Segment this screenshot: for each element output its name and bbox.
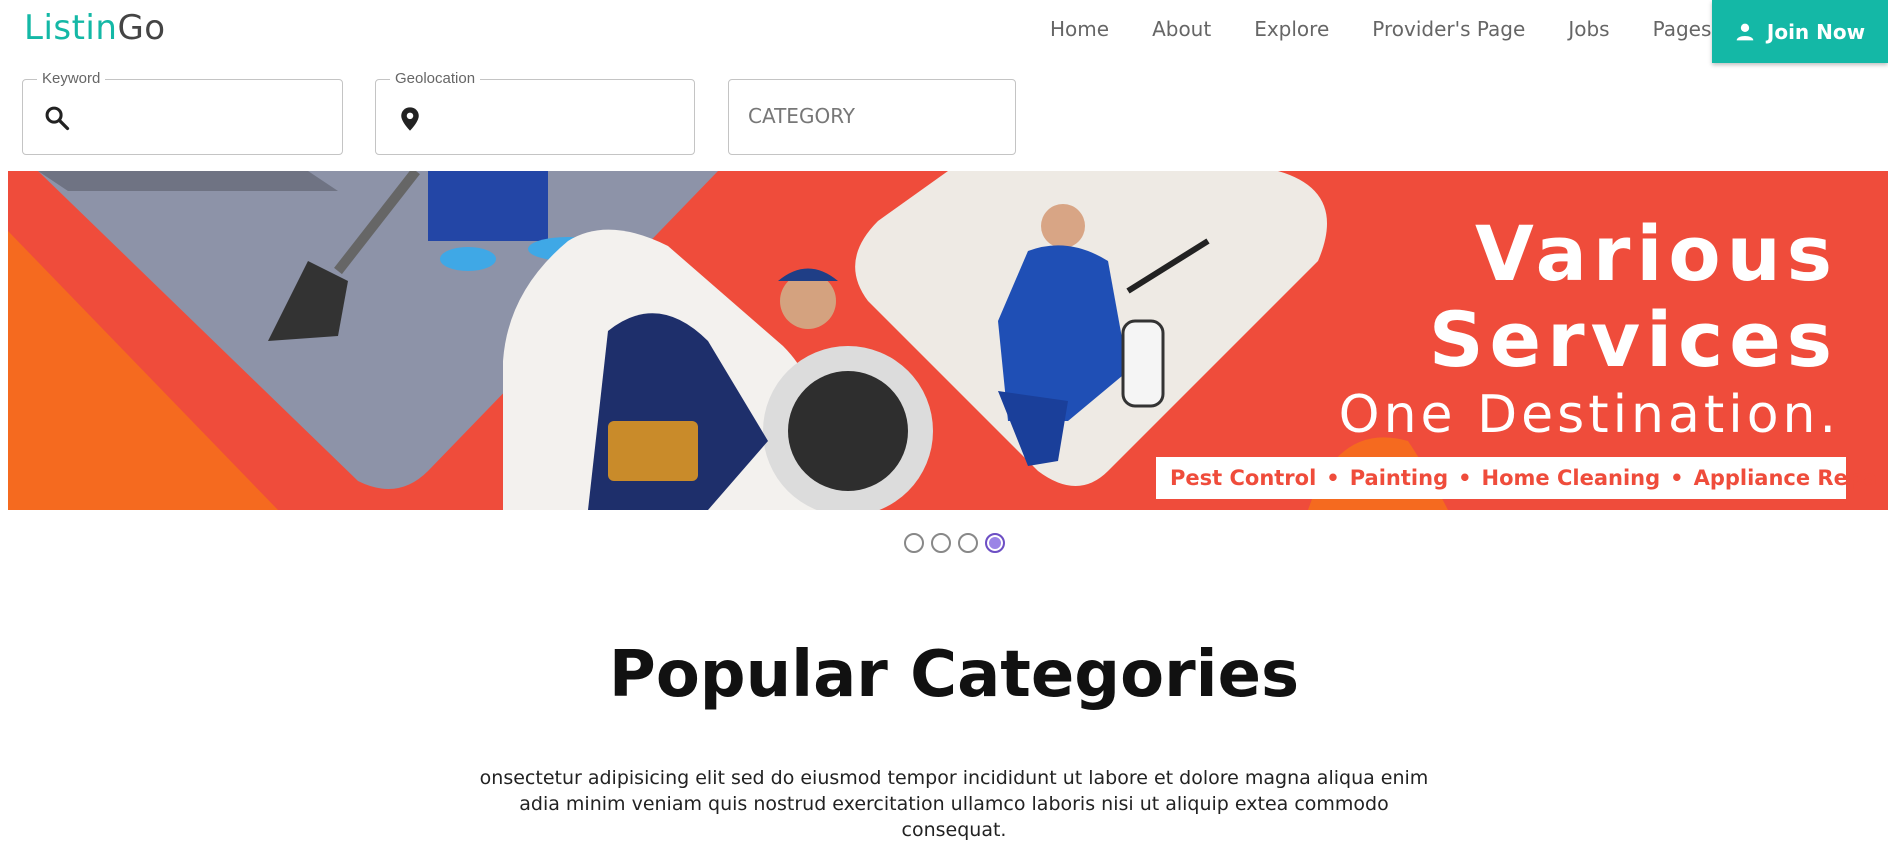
keyword-input[interactable] [83,98,323,136]
nav-providers-page[interactable]: Provider's Page [1372,14,1525,44]
nav-explore[interactable]: Explore [1254,14,1329,44]
banner-service-item: Home Cleaning [1481,466,1661,490]
search-icon [45,106,70,131]
carousel-dot-4-active[interactable] [985,533,1005,553]
carousel-indicators [904,533,1005,553]
location-pin-icon [401,107,419,131]
brand-logo-part2: Go [117,8,166,48]
banner-title-line2: Services [1428,295,1838,384]
banner-service-separator: • [1670,466,1684,490]
geolocation-input[interactable] [436,98,676,136]
banner-service-separator: • [1326,466,1340,490]
banner-service-item: Appliance Repair [1693,466,1888,490]
geolocation-field[interactable]: Geolocation [375,70,695,155]
person-icon [1736,23,1754,40]
banner-services-strip: Pest Control • Painting • Home Cleaning … [1156,457,1888,499]
main-nav: Home About Explore Provider's Page Jobs … [1050,14,1754,44]
hero-banner: Various Services One Destination. Pest C… [8,171,1888,510]
join-now-label: Join Now [1766,19,1866,44]
popular-categories-description: onsectetur adipisicing elit sed do eiusm… [479,767,1429,841]
geolocation-label: Geolocation [390,70,481,87]
carousel-dot-3[interactable] [958,533,978,553]
nav-jobs[interactable]: Jobs [1568,14,1609,44]
banner-service-item: Painting [1349,466,1449,490]
keyword-field[interactable]: Keyword [22,70,343,155]
carousel-dot-1[interactable] [904,533,924,553]
category-select[interactable]: CATEGORY [728,79,1016,155]
carousel-dot-2[interactable] [931,533,951,553]
keyword-label: Keyword [37,70,106,87]
nav-about[interactable]: About [1152,14,1211,44]
brand-logo[interactable]: ListinGo [24,8,166,48]
join-now-button[interactable]: Join Now [1712,0,1888,63]
banner-service-item: Pest Control [1170,466,1317,490]
banner-title-line1: Various [1474,209,1838,298]
brand-logo-part1: Listin [24,8,118,48]
category-placeholder: CATEGORY [748,104,856,128]
banner-tagline: One Destination. [1338,385,1840,445]
nav-pages[interactable]: Pages [1653,14,1712,44]
popular-categories-title: Popular Categories [608,638,1300,712]
nav-home[interactable]: Home [1050,14,1109,44]
banner-service-separator: • [1458,466,1472,490]
header: ListinGo Home About Explore Provider's P… [0,0,1888,64]
